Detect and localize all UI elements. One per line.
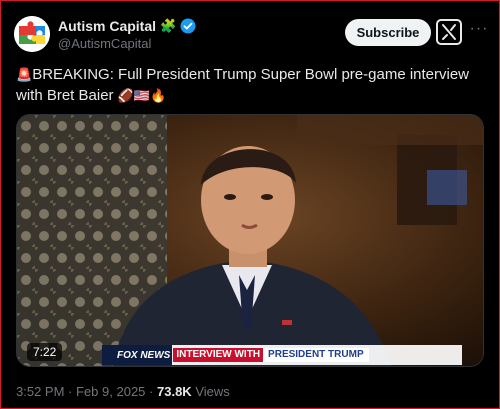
author-display-name[interactable]: Autism Capital [58,18,156,34]
meta-separator: · [149,384,154,399]
views-label: Views [195,384,230,399]
chyron-label: INTERVIEW WITH [173,348,264,362]
video-duration: 7:22 [27,343,63,361]
chyron-brand: FOX NEWS [117,349,171,361]
siren-emoji-icon: 🚨 [16,67,33,82]
author-name-row: Autism Capital 🧩 [58,18,196,34]
video-thumbnail [17,115,483,366]
video-player[interactable]: 7:22 FOX NEWS INTERVIEW WITH PRESIDENT T… [16,114,484,367]
verified-badge-icon [180,18,196,34]
subscribe-button[interactable]: Subscribe [345,19,431,46]
chyron-subject: PRESIDENT TRUMP [263,348,369,362]
author-handle[interactable]: @AutismCapital [58,36,151,51]
tweet-text: 🚨BREAKING: Full President Trump Super Bo… [16,64,486,106]
views-count: 73.8K [157,384,192,399]
tweet-time[interactable]: 3:52 PM [16,384,64,399]
more-icon[interactable]: ··· [468,21,490,42]
grok-glyph-icon [442,24,456,40]
tweet-header: Autism Capital 🧩 @AutismCapital Subscrib… [0,0,500,60]
tweet-meta: 3:52 PM · Feb 9, 2025 · 73.8K Views [16,384,230,399]
trailing-emojis: 🏈🇺🇸🔥 [117,88,167,103]
puzzle-logo-icon [14,16,50,52]
news-chyron: FOX NEWS INTERVIEW WITH PRESIDENT TRUMP [117,347,462,363]
avatar[interactable] [14,16,50,52]
meta-separator: · [68,384,73,399]
tweet-body: BREAKING: Full President Trump Super Bow… [16,66,470,104]
tweet-date[interactable]: Feb 9, 2025 [76,384,145,399]
puzzle-emoji-icon: 🧩 [160,18,177,33]
grok-icon[interactable] [436,19,462,45]
